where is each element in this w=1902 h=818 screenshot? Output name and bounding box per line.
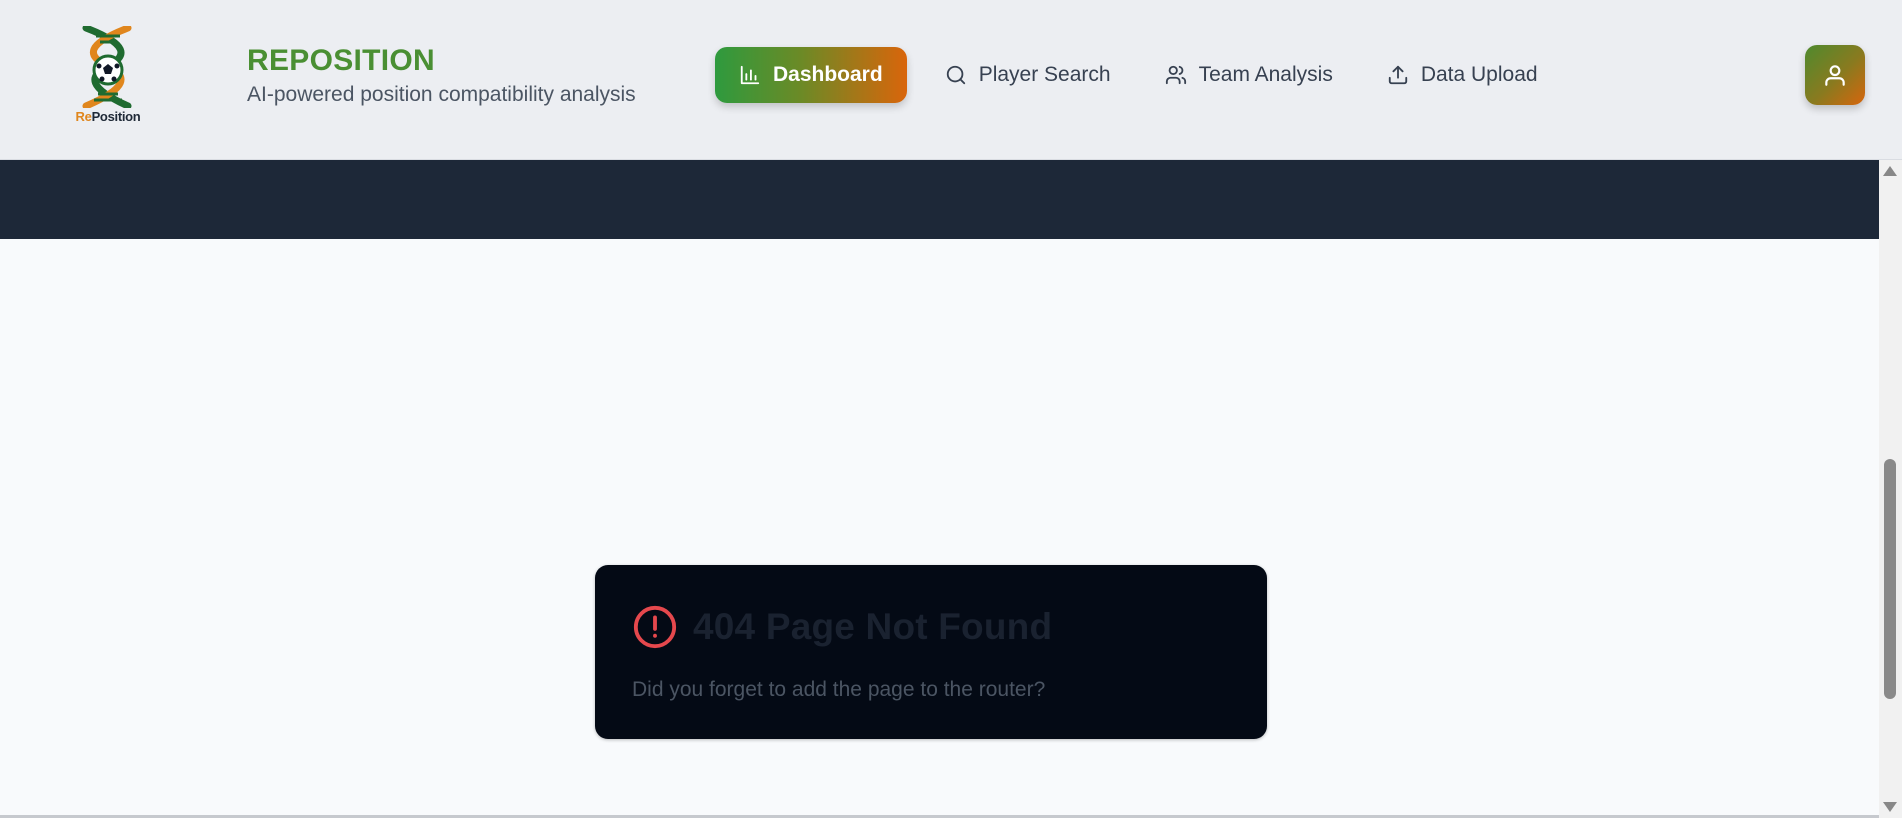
app-root: RePosition REPOSITION AI-powered positio… bbox=[0, 0, 1902, 818]
bar-chart-icon bbox=[740, 65, 760, 85]
brand-subtitle: AI-powered position compatibility analys… bbox=[247, 83, 636, 106]
nav-data-upload-label: Data Upload bbox=[1420, 63, 1538, 86]
logo-word-prefix: Re bbox=[75, 109, 92, 124]
dark-banner bbox=[0, 160, 1879, 239]
vertical-scrollbar[interactable] bbox=[1879, 160, 1902, 818]
main-nav: Dashboard Player Search Team Analysis Da… bbox=[715, 47, 1568, 103]
scroll-up-arrow-icon[interactable] bbox=[1883, 166, 1897, 176]
logo[interactable]: RePosition bbox=[66, 26, 150, 130]
logo-word-suffix: Position bbox=[91, 109, 141, 124]
search-icon bbox=[946, 65, 965, 85]
nav-player-search[interactable]: Player Search bbox=[921, 47, 1135, 103]
nav-team-analysis[interactable]: Team Analysis bbox=[1141, 47, 1357, 103]
nav-dashboard[interactable]: Dashboard bbox=[715, 47, 907, 103]
error-title: 404 Page Not Found bbox=[693, 606, 1053, 647]
nav-data-upload[interactable]: Data Upload bbox=[1363, 47, 1562, 103]
nav-team-analysis-label: Team Analysis bbox=[1198, 63, 1333, 86]
brand: REPOSITION AI-powered position compatibi… bbox=[247, 44, 636, 108]
scroll-down-arrow-icon[interactable] bbox=[1883, 802, 1897, 812]
brand-title: REPOSITION bbox=[247, 44, 436, 77]
top-header: RePosition REPOSITION AI-powered positio… bbox=[0, 0, 1902, 160]
error-card-header: 404 Page Not Found bbox=[632, 604, 1052, 650]
alert-circle-icon bbox=[633, 605, 677, 649]
user-icon bbox=[1825, 65, 1845, 86]
nav-player-search-label: Player Search bbox=[978, 63, 1111, 86]
logo-wordmark: RePosition bbox=[66, 109, 150, 124]
scroll-thumb[interactable] bbox=[1884, 459, 1896, 699]
main-content: 404 Page Not Found Did you forget to add… bbox=[0, 239, 1879, 816]
users-icon bbox=[1165, 65, 1186, 85]
dna-football-icon bbox=[82, 26, 132, 108]
error-message: Did you forget to add the page to the ro… bbox=[632, 678, 1046, 701]
nav-dashboard-label: Dashboard bbox=[773, 63, 883, 86]
user-menu-button[interactable] bbox=[1805, 45, 1865, 105]
upload-icon bbox=[1388, 65, 1407, 85]
error-card: 404 Page Not Found Did you forget to add… bbox=[595, 565, 1267, 739]
